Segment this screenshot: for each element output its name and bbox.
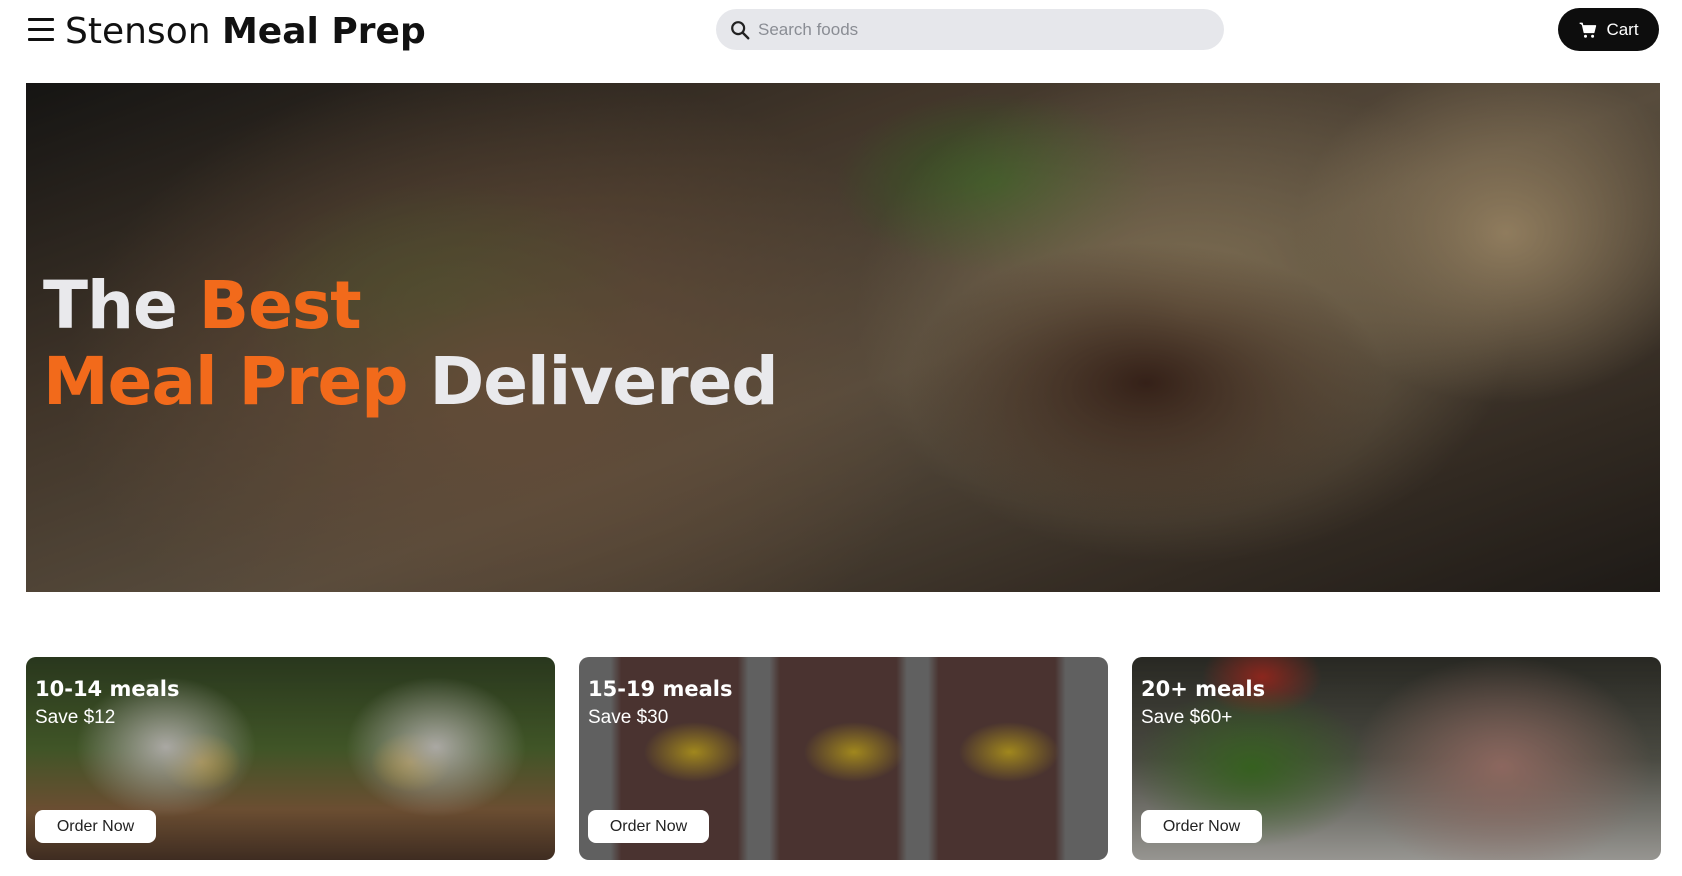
cart-icon	[1580, 22, 1597, 38]
card-title: 15-19 meals	[588, 677, 733, 701]
cart-label: Cart	[1606, 19, 1639, 39]
card-title: 10-14 meals	[35, 677, 180, 701]
menu-icon-bar	[28, 28, 54, 31]
header: Stenson Meal Prep Cart	[0, 0, 1682, 70]
hero-word-the: The	[43, 267, 178, 344]
hero-word-best: Best	[198, 267, 362, 344]
card-title: 20+ meals	[1141, 677, 1266, 701]
card-savings: Save $60+	[1141, 707, 1233, 728]
search-input[interactable]	[758, 9, 1208, 50]
page: Stenson Meal Prep Cart The Best Meal Pre…	[0, 0, 1682, 876]
menu-icon[interactable]	[28, 16, 56, 42]
search-icon[interactable]	[729, 19, 751, 41]
hero-title: The Best Meal Prep Delivered	[43, 267, 779, 420]
order-now-button[interactable]: Order Now	[1141, 810, 1262, 843]
meal-plan-card: 20+ meals Save $60+ Order Now	[1132, 657, 1661, 860]
order-now-button[interactable]: Order Now	[588, 810, 709, 843]
card-savings: Save $12	[35, 707, 116, 728]
brand-first: Stenson	[65, 11, 211, 52]
meal-plan-card: 15-19 meals Save $30 Order Now	[579, 657, 1108, 860]
card-savings: Save $30	[588, 707, 669, 728]
hero-banner: The Best Meal Prep Delivered	[26, 83, 1660, 592]
brand-second: Meal Prep	[221, 11, 426, 52]
brand-logo[interactable]: Stenson Meal Prep	[65, 8, 426, 56]
menu-icon-bar	[28, 18, 54, 21]
hero-word-meal-prep: Meal Prep	[43, 343, 409, 420]
meal-plan-card: 10-14 meals Save $12 Order Now	[26, 657, 555, 860]
menu-icon-bar	[28, 38, 54, 41]
hero-word-delivered: Delivered	[429, 343, 779, 420]
order-now-button[interactable]: Order Now	[35, 810, 156, 843]
cart-button[interactable]: Cart	[1558, 8, 1659, 51]
search-bar	[716, 9, 1224, 50]
